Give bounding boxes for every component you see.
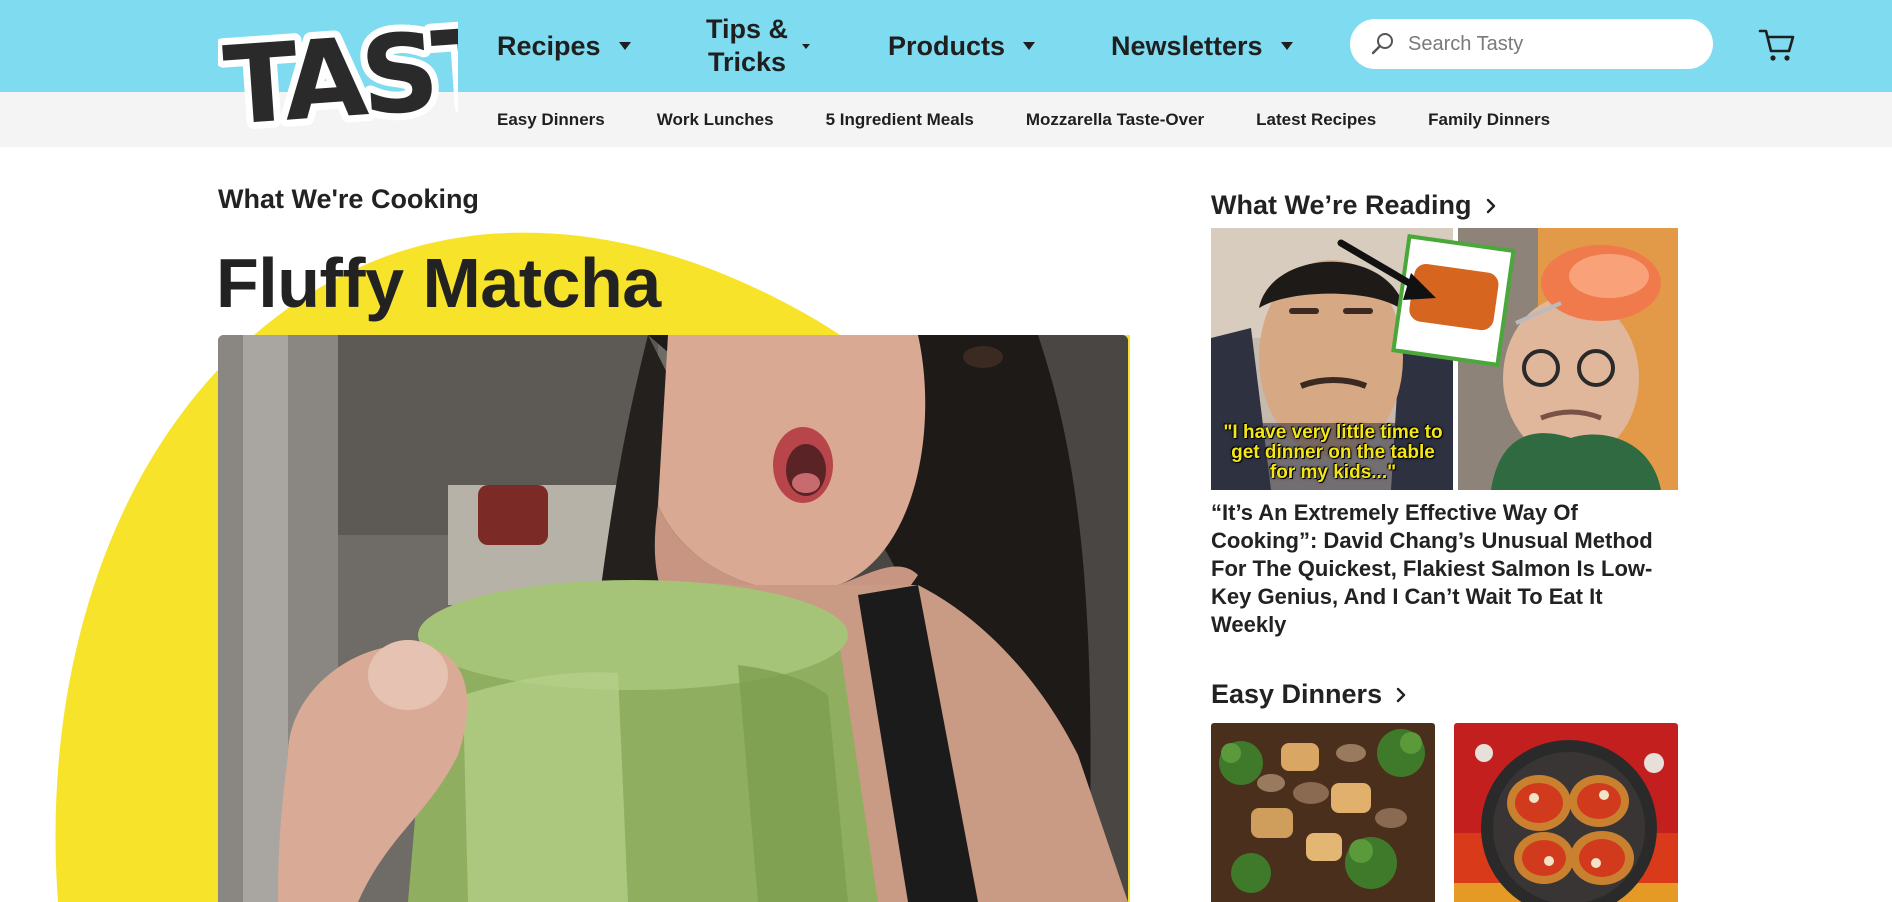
subnav-latest-recipes[interactable]: Latest Recipes xyxy=(1256,110,1376,130)
section-label: What We're Cooking xyxy=(218,184,479,214)
subnav-work-lunches[interactable]: Work Lunches xyxy=(657,110,774,130)
easy-dinners-heading-label: Easy Dinners xyxy=(1211,679,1383,709)
feature-video[interactable] xyxy=(218,335,1128,902)
nav-recipes-label: Recipes xyxy=(497,30,601,61)
nav-tips-line-2: Tricks xyxy=(707,47,787,77)
easy-dinner-card-1[interactable] xyxy=(1211,723,1435,902)
tasty-logo[interactable]: TASTY TASTY xyxy=(218,12,458,140)
reading-article-title[interactable]: “It’s An Extremely Effective Way Of Cook… xyxy=(1211,499,1681,639)
search-box[interactable] xyxy=(1350,19,1713,69)
reading-heading-label: What We’re Reading xyxy=(1211,190,1472,220)
caret-down-icon xyxy=(618,42,631,50)
nav-tips-label: Tips & Tricks xyxy=(706,13,788,79)
nav-tips-tricks[interactable]: Tips & Tricks xyxy=(706,0,811,92)
nav-tips-line-1: Tips & xyxy=(706,14,789,44)
subnav-5-ingredient-meals[interactable]: 5 Ingredient Meals xyxy=(826,110,974,130)
nav-recipes[interactable]: Recipes xyxy=(497,0,631,92)
reading-image-caption: "I have very little time to get dinner o… xyxy=(1223,422,1443,483)
feature-title[interactable]: Fluffy Matcha xyxy=(216,243,661,323)
subnav-easy-dinners[interactable]: Easy Dinners xyxy=(497,110,605,130)
chevron-right-icon xyxy=(1486,198,1495,213)
logo-text: TASTY xyxy=(220,12,458,140)
subnav: Easy Dinners Work Lunches 5 Ingredient M… xyxy=(497,92,1602,147)
reading-heading[interactable]: What We’re Reading xyxy=(1211,190,1498,221)
pizza-skillet-image xyxy=(1454,723,1678,902)
nav-products-label: Products xyxy=(888,30,1006,61)
easy-dinners-heading[interactable]: Easy Dinners xyxy=(1211,679,1408,710)
chevron-right-icon xyxy=(1396,687,1406,702)
cart-icon[interactable] xyxy=(1758,27,1796,63)
subnav-mozzarella-taste-over[interactable]: Mozzarella Taste-Over xyxy=(1026,110,1204,130)
subnav-family-dinners[interactable]: Family Dinners xyxy=(1428,110,1550,130)
search-icon xyxy=(1371,33,1393,55)
feature-image xyxy=(218,335,1128,902)
search-input[interactable] xyxy=(1408,32,1668,56)
nav-newsletters[interactable]: Newsletters xyxy=(1111,0,1293,92)
nav-products[interactable]: Products xyxy=(888,0,1036,92)
easy-dinner-card-2[interactable] xyxy=(1454,723,1678,902)
caret-down-icon xyxy=(802,43,811,49)
chicken-broccoli-image xyxy=(1211,723,1435,902)
caret-down-icon xyxy=(1280,42,1293,50)
caret-down-icon xyxy=(1023,42,1036,50)
nav-newsletters-label: Newsletters xyxy=(1111,30,1263,61)
